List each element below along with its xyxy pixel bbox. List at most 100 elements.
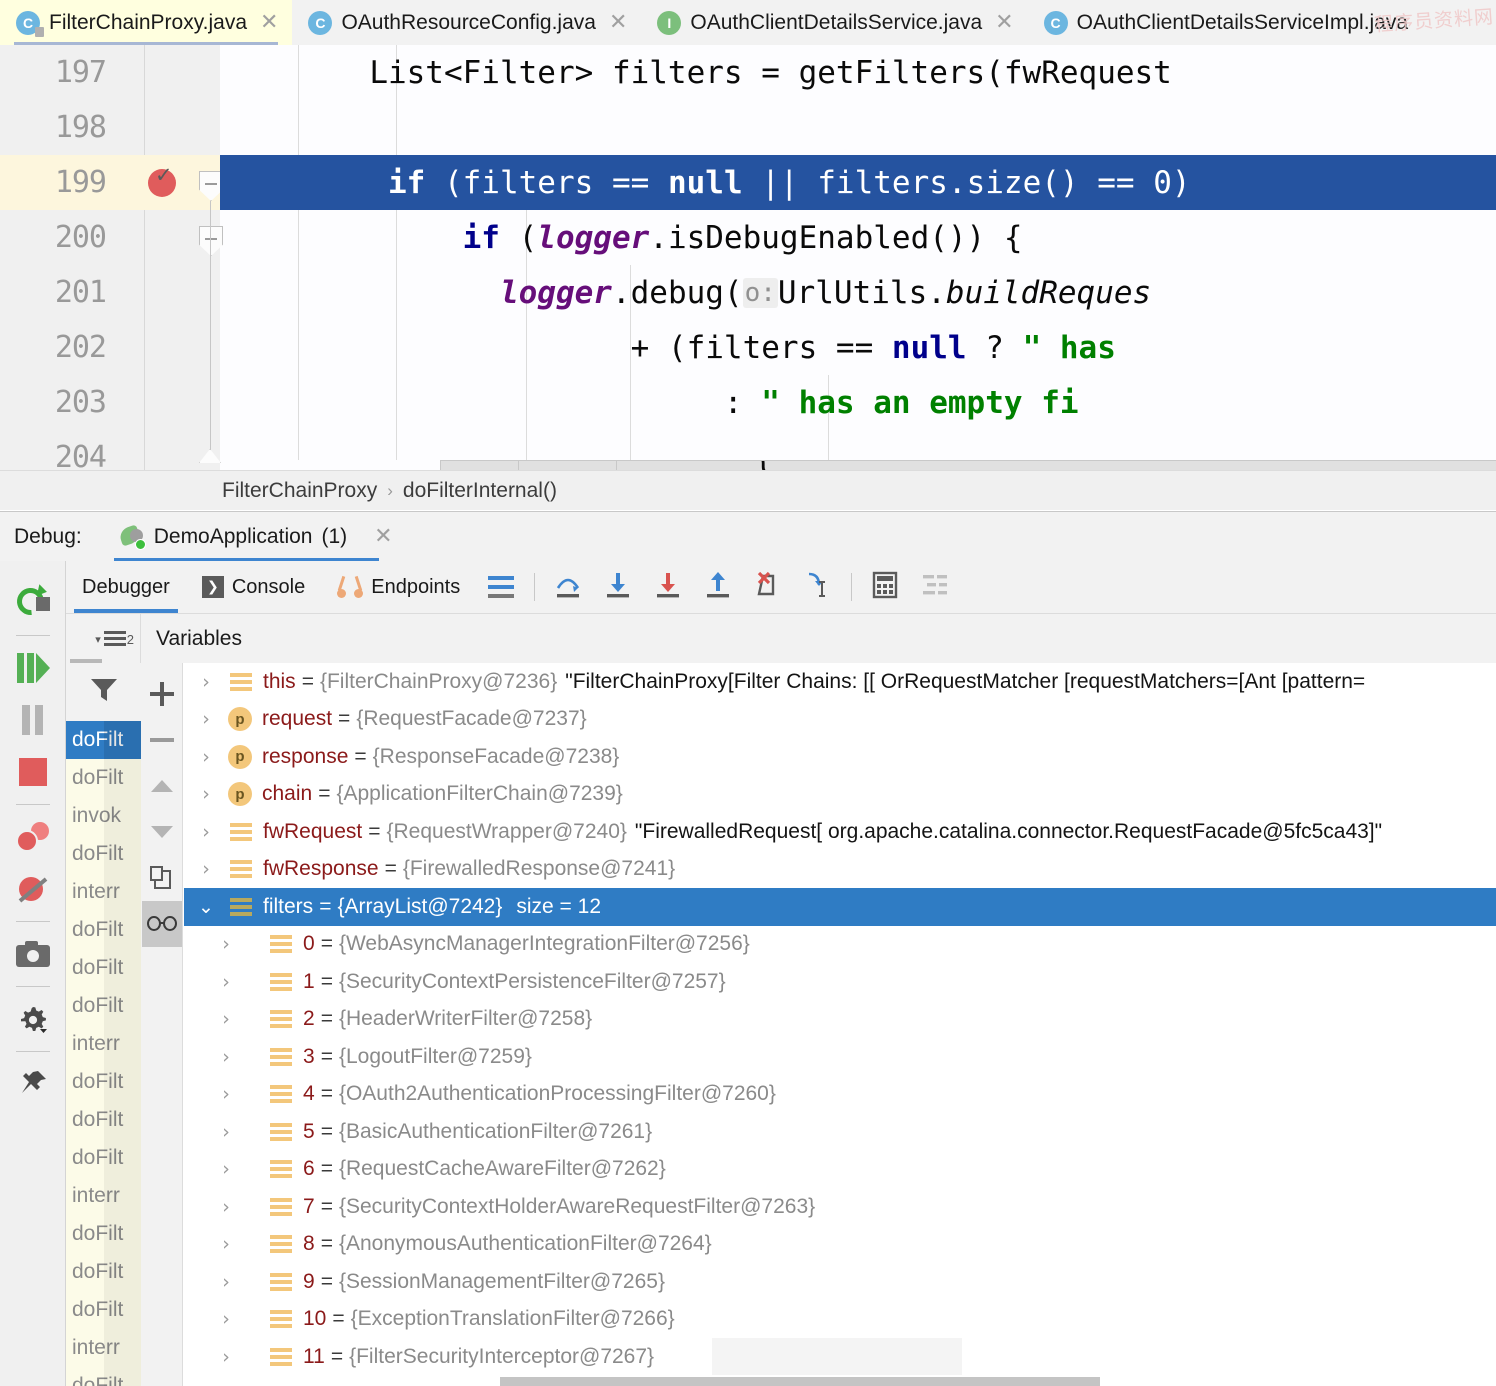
copy-value-button[interactable] [142,855,182,901]
step-over-button[interactable] [543,561,593,613]
editor-tab-oauthclientdetailsserviceimpl[interactable]: C OAuthClientDetailsServiceImpl.java [1027,0,1423,45]
expand-arrow-icon[interactable]: › [184,1271,268,1293]
frame-row[interactable]: interr [66,1177,141,1215]
list-item[interactable]: › 10 = {ExceptionTranslationFilter@7266} [184,1301,1496,1339]
expand-arrow-icon[interactable]: › [184,971,268,993]
pin-tab-button[interactable] [5,1058,61,1110]
frame-row[interactable]: invok [66,797,141,835]
frame-row[interactable]: doFilt [66,1063,141,1101]
list-item[interactable]: › 5 = {BasicAuthenticationFilter@7261} [184,1113,1496,1151]
variables-horizontal-scrollbar[interactable] [500,1377,1100,1386]
frames-panel[interactable]: doFilt doFilt invok doFilt interr doFilt… [66,663,141,1386]
evaluate-expression-button[interactable] [860,561,910,613]
expand-arrow-icon[interactable]: › [184,1008,268,1030]
variable-row-request[interactable]: › p request = {RequestFacade@7237} [184,701,1496,739]
frame-row[interactable]: doFilt [66,911,141,949]
expand-arrow-icon[interactable]: › [184,821,228,843]
expand-arrow-icon[interactable]: › [184,1346,268,1368]
frame-row[interactable]: doFilt [66,1139,141,1177]
frame-row[interactable]: interr [66,1025,141,1063]
step-out-button[interactable] [693,561,743,613]
breadcrumb[interactable]: FilterChainProxy › doFilterInternal() [0,470,1496,510]
list-item[interactable]: › 3 = {LogoutFilter@7259} [184,1038,1496,1076]
code-text-area[interactable]: List<Filter> filters = getFilters(fwRequ… [220,45,1496,470]
expand-arrow-icon[interactable]: › [184,858,228,880]
editor-tab-oauthclientdetailsservice[interactable]: I OAuthClientDetailsService.java ✕ [641,0,1028,45]
drop-frame-button[interactable] [743,561,793,613]
view-breakpoints-button[interactable] [5,811,61,863]
frame-row[interactable]: doFilt [66,1253,141,1291]
rerun-button[interactable] [5,577,61,629]
threads-and-variables-button[interactable] [910,561,960,613]
frame-row[interactable]: doFilt [66,1215,141,1253]
settings-button[interactable] [5,993,61,1045]
expand-arrow-icon[interactable]: › [184,1046,268,1068]
debug-session-tab[interactable]: DemoApplication (1) ✕ [113,512,399,562]
list-item[interactable]: › 9 = {SessionManagementFilter@7265} [184,1263,1496,1301]
expand-arrow-icon[interactable]: › [184,1308,268,1330]
variable-row-response[interactable]: › p response = {ResponseFacade@7238} [184,738,1496,776]
list-item[interactable]: › 0 = {WebAsyncManagerIntegrationFilter@… [184,926,1496,964]
add-watch-button[interactable] [142,671,182,717]
expand-arrow-icon[interactable]: › [184,1196,268,1218]
close-icon[interactable]: ✕ [260,11,278,34]
move-down-button[interactable] [142,809,182,855]
collapse-arrow-icon[interactable]: ⌄ [184,896,228,918]
layout-settings-button[interactable] [476,561,526,613]
filter-frames-button[interactable] [66,663,141,721]
list-item[interactable]: › 8 = {AnonymousAuthenticationFilter@726… [184,1226,1496,1264]
variables-tree[interactable]: › this = {FilterChainProxy@7236} "Filter… [184,663,1496,1386]
tab-endpoints[interactable]: Endpoints [321,561,476,613]
frame-row[interactable]: doFilt [66,721,141,759]
breadcrumb-class[interactable]: FilterChainProxy [222,479,377,503]
tab-console[interactable]: ❯ Console [186,561,321,613]
step-into-button[interactable] [593,561,643,613]
code-editor[interactable]: 197 198 199 200 201 202 203 204 ✓ List<F… [0,45,1496,470]
expand-arrow-icon[interactable]: › [184,1121,268,1143]
expand-arrow-icon[interactable]: › [184,1083,268,1105]
breakpoint-verified-icon[interactable] [148,163,176,197]
resume-program-button[interactable] [5,642,61,694]
expand-arrow-icon[interactable]: › [184,746,228,768]
frame-row[interactable]: doFilt [66,835,141,873]
expand-arrow-icon[interactable]: › [184,708,228,730]
list-item[interactable]: › 7 = {SecurityContextHolderAwareRequest… [184,1188,1496,1226]
variable-row-fwrequest[interactable]: › fwRequest = {RequestWrapper@7240} "Fir… [184,813,1496,851]
frame-row[interactable]: doFilt [66,759,141,797]
frame-row[interactable]: doFilt [66,987,141,1025]
pause-program-button[interactable] [5,694,61,746]
editor-tab-oauthresourceconfig[interactable]: C OAuthResourceConfig.java ✕ [292,0,642,45]
remove-watch-button[interactable] [142,717,182,763]
variable-row-fwresponse[interactable]: › fwResponse = {FirewalledResponse@7241} [184,851,1496,889]
close-icon[interactable]: ✕ [995,11,1013,34]
frame-row[interactable]: doFilt [66,949,141,987]
expand-arrow-icon[interactable]: › [184,933,268,955]
move-up-button[interactable] [142,763,182,809]
expand-arrow-icon[interactable]: › [184,1233,268,1255]
run-to-cursor-button[interactable] [793,561,843,613]
snapshot-button[interactable] [5,928,61,980]
breadcrumb-method[interactable]: doFilterInternal() [403,479,557,503]
frame-row[interactable]: interr [66,1329,141,1367]
variable-row-chain[interactable]: › p chain = {ApplicationFilterChain@7239… [184,776,1496,814]
editor-tab-filterchainproxy[interactable]: C FilterChainProxy.java ✕ [0,0,293,45]
close-icon[interactable]: ✕ [374,524,392,549]
list-item[interactable]: › 6 = {RequestCacheAwareFilter@7262} [184,1151,1496,1189]
stop-button[interactable] [5,746,61,798]
expand-arrow-icon[interactable]: › [184,671,228,693]
expand-arrow-icon[interactable]: › [184,783,228,805]
list-item[interactable]: › 1 = {SecurityContextPersistenceFilter@… [184,963,1496,1001]
close-icon[interactable]: ✕ [609,11,627,34]
mute-breakpoints-button[interactable] [5,863,61,915]
inspect-button[interactable] [141,901,182,947]
variable-row-this[interactable]: › this = {FilterChainProxy@7236} "Filter… [184,663,1496,701]
list-item[interactable]: › 4 = {OAuth2AuthenticationProcessingFil… [184,1076,1496,1114]
expand-arrow-icon[interactable]: › [184,1158,268,1180]
tab-debugger[interactable]: Debugger [66,561,186,613]
list-item[interactable]: › 11 = {FilterSecurityInterceptor@7267} [184,1338,1496,1376]
list-item[interactable]: › 2 = {HeaderWriterFilter@7258} [184,1001,1496,1039]
frame-row[interactable]: doFilt [66,1367,141,1386]
frame-row[interactable]: doFilt [66,1101,141,1139]
frame-row[interactable]: interr [66,873,141,911]
force-step-into-button[interactable] [643,561,693,613]
